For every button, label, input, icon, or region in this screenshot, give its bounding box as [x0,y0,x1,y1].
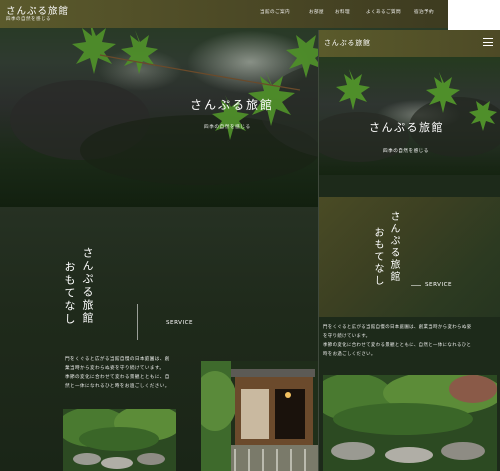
paragraph-line: 門をくぐると広がる当館自慢の日本庭園は、創 [65,357,170,362]
mobile-service-paragraph: 門をくぐると広がる当館自慢の日本庭園は、創業当時から変わらぬ姿 を守り続けていま… [323,323,471,359]
maple-leaves-image [319,69,500,162]
paragraph-line: 門をくぐると広がる当館自慢の日本庭園は、創業当時から変わらぬ姿 [323,325,472,330]
paragraph-line: を守り続けています。 [323,334,371,339]
house-photo [201,361,318,471]
nav-item-rooms[interactable]: お部屋 [309,9,324,15]
mobile-garden-photo [323,375,497,471]
divider [411,285,421,286]
mobile-service-heading-line-2: おもてなし [372,227,383,287]
mobile-hero-title: さんぷる旅館 [369,121,444,134]
mobile-hero-subtitle: 四季の自然を感じる [383,149,429,154]
paragraph-line: 然と一体になれるひと時をお過ごしください。 [65,384,170,389]
service-paragraph: 門をくぐると広がる当館自慢の日本庭園は、創 業当時から変わらぬ姿を守り続けていま… [65,355,170,391]
paragraph-line: 時をお過ごしください。 [323,352,376,357]
nav-item-guide[interactable]: 当館のご案内 [260,9,290,15]
mobile-header: さんぷる旅館 [319,30,500,57]
service-heading-line-1: さんぷる旅館 [81,247,94,325]
site-header: さんぷる旅館 四季の自然を感じる 当館のご案内 お部屋 お料理 よくあるご質問 … [0,0,448,28]
mobile-body: 門をくぐると広がる当館自慢の日本庭園は、創業当時から変わらぬ姿 を守り続けていま… [319,317,500,471]
mobile-mockup: さんぷる旅館 さんぷる旅館 四季の自然を感じる さんぷる旅館 おもてなし SER… [318,30,500,471]
nav-item-cuisine[interactable]: お料理 [335,9,350,15]
section-spacer [319,175,500,197]
site-tagline: 四季の自然を感じる [6,17,51,22]
mobile-logo[interactable]: さんぷる旅館 [324,38,371,48]
mobile-service-label: SERVICE [425,282,453,288]
mobile-hero-image: さんぷる旅館 四季の自然を感じる [319,57,500,175]
service-heading-line-2: おもてなし [63,261,76,326]
hero-subtitle: 四季の自然を感じる [204,125,251,130]
site-logo[interactable]: さんぷる旅館 [6,3,69,17]
menu-icon[interactable] [483,38,493,46]
nav-item-reservation[interactable]: 宿泊予約 [414,9,434,15]
garden-photo [63,409,176,471]
mobile-service-section: さんぷる旅館 おもてなし SERVICE [319,197,500,317]
nav-item-faq[interactable]: よくあるご質問 [366,9,401,15]
hero-title: さんぷる旅館 [190,98,275,112]
mobile-service-heading-line-1: さんぷる旅館 [388,211,399,283]
paragraph-line: 季節の変化に合わせて変わる景観とともに、自然と一体になれるひと [323,343,472,348]
paragraph-line: 業当時から変わらぬ姿を守り続けています。 [65,366,165,371]
paragraph-line: 季節の変化に合わせて変わる景観とともに、自 [65,375,170,380]
service-label: SERVICE [166,320,194,326]
divider [137,304,138,340]
